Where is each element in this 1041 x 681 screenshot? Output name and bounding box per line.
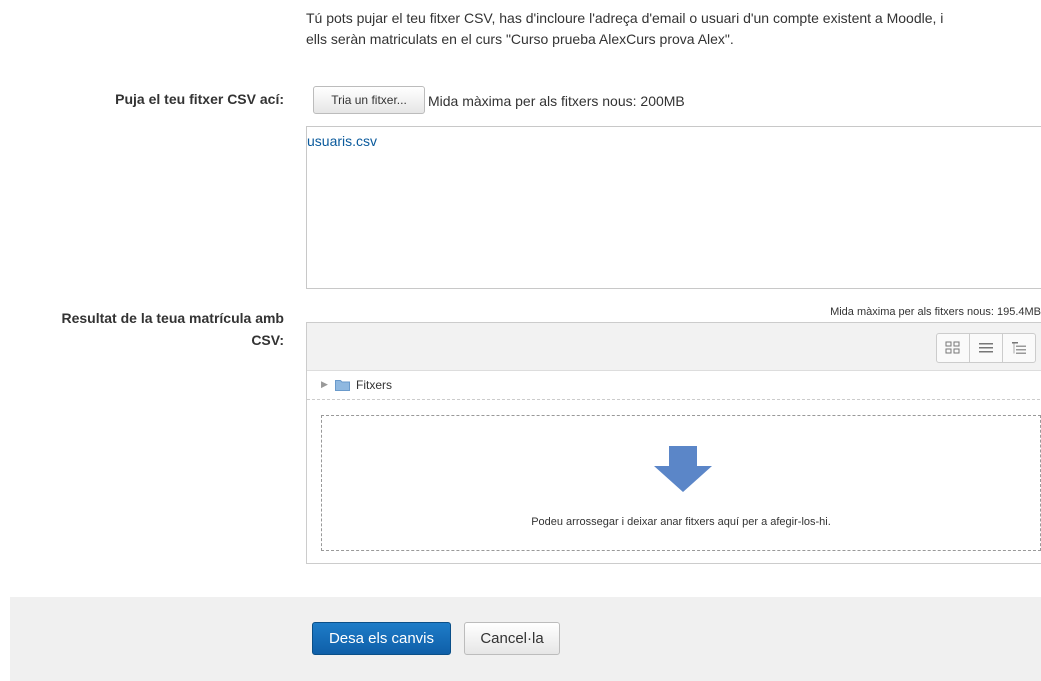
upload-label: Puja el teu fitxer CSV ací:: [115, 91, 284, 107]
form-actions: Desa els canvis Cancel·la: [10, 597, 1041, 681]
expand-arrow-icon[interactable]: ▶: [321, 379, 328, 390]
folder-label[interactable]: Fitxers: [356, 378, 392, 392]
save-changes-button[interactable]: Desa els canvis: [312, 622, 451, 655]
result-label-line-2: CSV:: [251, 332, 284, 348]
result-label: Resultat de la teua matrícula amb CSV:: [0, 307, 284, 351]
path-separator: [307, 399, 1041, 400]
drop-zone[interactable]: Podeu arrossegar i deixar anar fitxers a…: [321, 415, 1041, 551]
cancel-button[interactable]: Cancel·la: [464, 622, 560, 655]
drop-zone-text: Podeu arrossegar i deixar anar fitxers a…: [531, 516, 831, 528]
intro-line-2: ells seràn matriculats en el curs "Curso…: [306, 31, 734, 47]
tree-view-icon[interactable]: [1002, 333, 1036, 363]
result-label-line-1: Resultat de la teua matrícula amb: [61, 310, 284, 326]
drop-arrow-icon: [654, 446, 712, 492]
folder-icon: [335, 380, 350, 391]
result-max-size: Mida màxima per als fitxers nous: 195.4M…: [830, 306, 1041, 318]
list-view-icon[interactable]: [969, 333, 1003, 363]
choose-file-button[interactable]: Tria un fitxer...: [313, 86, 425, 114]
file-manager-toolbar: [307, 323, 1041, 371]
selected-file-box: usuaris.csv: [306, 126, 1041, 289]
selected-file-link[interactable]: usuaris.csv: [307, 133, 377, 149]
upload-max-size: Mida màxima per als fitxers nous: 200MB: [428, 93, 685, 109]
intro-text: Tú pots pujar el teu fitxer CSV, has d'i…: [306, 8, 1041, 50]
file-manager: ▶ Fitxers Podeu arrossegar i deixar anar…: [306, 322, 1041, 564]
icons-view-icon[interactable]: [936, 333, 970, 363]
folder-path: ▶ Fitxers: [307, 371, 1041, 399]
view-mode-buttons: [936, 333, 1036, 363]
intro-line-1: Tú pots pujar el teu fitxer CSV, has d'i…: [306, 10, 944, 26]
